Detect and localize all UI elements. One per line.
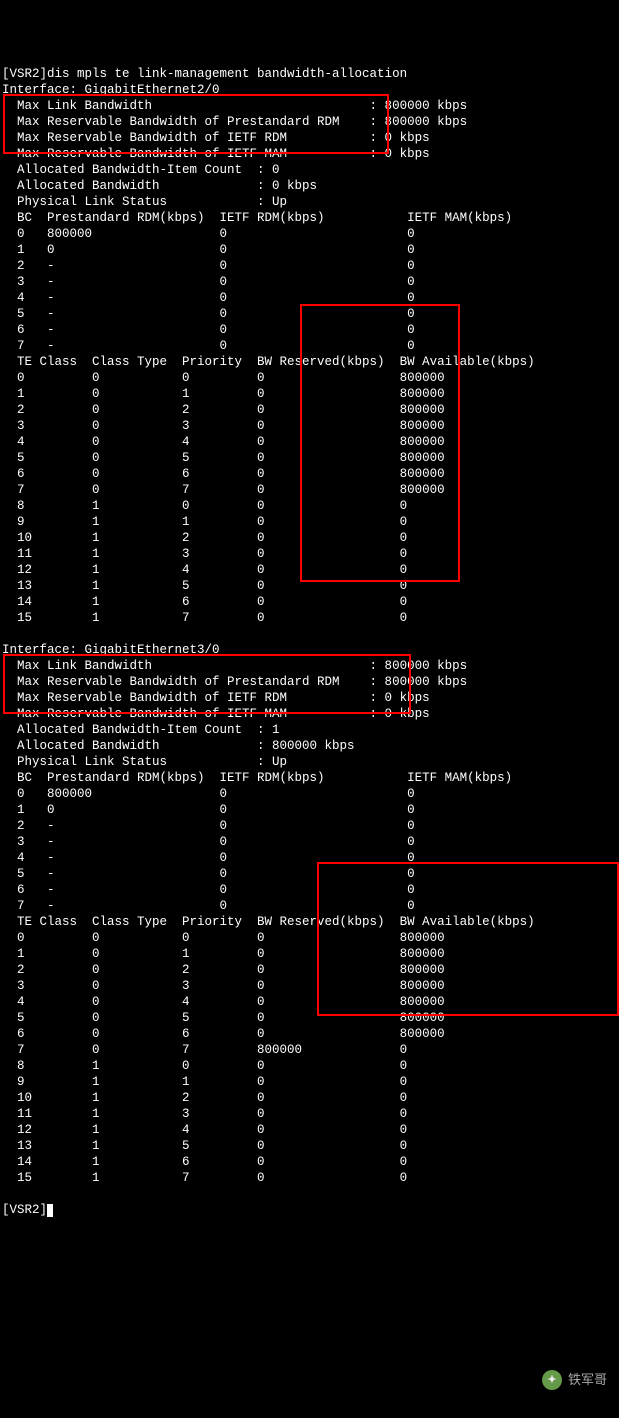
terminal-output: [VSR2]dis mpls te link-management bandwi… bbox=[0, 64, 619, 1226]
wechat-icon: ✦ bbox=[542, 1370, 562, 1390]
watermark-text: 铁军哥 bbox=[568, 1372, 607, 1388]
end-prompt[interactable]: [VSR2] bbox=[2, 1203, 47, 1217]
cursor bbox=[47, 1204, 53, 1217]
watermark: ✦ 铁军哥 bbox=[542, 1370, 607, 1390]
